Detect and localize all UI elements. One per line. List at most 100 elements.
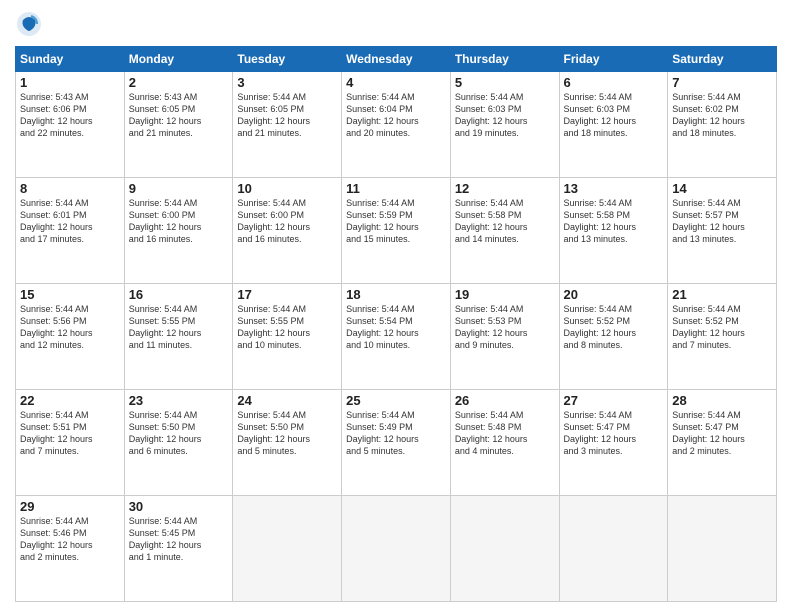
calendar-cell: 9Sunrise: 5:44 AM Sunset: 6:00 PM Daylig…: [124, 178, 233, 284]
day-info: Sunrise: 5:44 AM Sunset: 6:00 PM Dayligh…: [129, 197, 229, 246]
calendar-week-1: 1Sunrise: 5:43 AM Sunset: 6:06 PM Daylig…: [16, 72, 777, 178]
day-info: Sunrise: 5:44 AM Sunset: 5:52 PM Dayligh…: [564, 303, 664, 352]
day-number: 27: [564, 393, 664, 408]
day-number: 8: [20, 181, 120, 196]
calendar-table: SundayMondayTuesdayWednesdayThursdayFrid…: [15, 46, 777, 602]
calendar-cell: 23Sunrise: 5:44 AM Sunset: 5:50 PM Dayli…: [124, 390, 233, 496]
day-number: 29: [20, 499, 120, 514]
day-info: Sunrise: 5:44 AM Sunset: 5:50 PM Dayligh…: [129, 409, 229, 458]
calendar-cell: [342, 496, 451, 602]
day-info: Sunrise: 5:44 AM Sunset: 5:58 PM Dayligh…: [564, 197, 664, 246]
weekday-monday: Monday: [124, 47, 233, 72]
day-number: 3: [237, 75, 337, 90]
calendar-body: 1Sunrise: 5:43 AM Sunset: 6:06 PM Daylig…: [16, 72, 777, 602]
day-info: Sunrise: 5:44 AM Sunset: 6:03 PM Dayligh…: [564, 91, 664, 140]
day-info: Sunrise: 5:43 AM Sunset: 6:05 PM Dayligh…: [129, 91, 229, 140]
calendar-cell: 17Sunrise: 5:44 AM Sunset: 5:55 PM Dayli…: [233, 284, 342, 390]
calendar-cell: 11Sunrise: 5:44 AM Sunset: 5:59 PM Dayli…: [342, 178, 451, 284]
day-number: 1: [20, 75, 120, 90]
day-number: 9: [129, 181, 229, 196]
calendar-cell: 2Sunrise: 5:43 AM Sunset: 6:05 PM Daylig…: [124, 72, 233, 178]
day-number: 17: [237, 287, 337, 302]
calendar-cell: 10Sunrise: 5:44 AM Sunset: 6:00 PM Dayli…: [233, 178, 342, 284]
calendar-cell: 26Sunrise: 5:44 AM Sunset: 5:48 PM Dayli…: [450, 390, 559, 496]
calendar-cell: 22Sunrise: 5:44 AM Sunset: 5:51 PM Dayli…: [16, 390, 125, 496]
calendar-cell: [668, 496, 777, 602]
calendar-cell: 20Sunrise: 5:44 AM Sunset: 5:52 PM Dayli…: [559, 284, 668, 390]
day-info: Sunrise: 5:44 AM Sunset: 5:55 PM Dayligh…: [129, 303, 229, 352]
day-number: 4: [346, 75, 446, 90]
calendar-cell: 7Sunrise: 5:44 AM Sunset: 6:02 PM Daylig…: [668, 72, 777, 178]
calendar-cell: 28Sunrise: 5:44 AM Sunset: 5:47 PM Dayli…: [668, 390, 777, 496]
day-number: 12: [455, 181, 555, 196]
calendar-cell: 8Sunrise: 5:44 AM Sunset: 6:01 PM Daylig…: [16, 178, 125, 284]
day-info: Sunrise: 5:44 AM Sunset: 6:03 PM Dayligh…: [455, 91, 555, 140]
day-number: 26: [455, 393, 555, 408]
calendar-cell: 15Sunrise: 5:44 AM Sunset: 5:56 PM Dayli…: [16, 284, 125, 390]
day-info: Sunrise: 5:44 AM Sunset: 5:57 PM Dayligh…: [672, 197, 772, 246]
day-number: 7: [672, 75, 772, 90]
day-number: 21: [672, 287, 772, 302]
day-info: Sunrise: 5:44 AM Sunset: 5:56 PM Dayligh…: [20, 303, 120, 352]
day-number: 10: [237, 181, 337, 196]
day-number: 16: [129, 287, 229, 302]
day-info: Sunrise: 5:44 AM Sunset: 5:45 PM Dayligh…: [129, 515, 229, 564]
day-info: Sunrise: 5:44 AM Sunset: 5:52 PM Dayligh…: [672, 303, 772, 352]
day-number: 24: [237, 393, 337, 408]
day-info: Sunrise: 5:44 AM Sunset: 6:04 PM Dayligh…: [346, 91, 446, 140]
calendar-week-2: 8Sunrise: 5:44 AM Sunset: 6:01 PM Daylig…: [16, 178, 777, 284]
day-info: Sunrise: 5:44 AM Sunset: 5:51 PM Dayligh…: [20, 409, 120, 458]
calendar-cell: [450, 496, 559, 602]
header: [15, 10, 777, 38]
day-number: 28: [672, 393, 772, 408]
day-number: 15: [20, 287, 120, 302]
weekday-header-row: SundayMondayTuesdayWednesdayThursdayFrid…: [16, 47, 777, 72]
calendar-cell: 29Sunrise: 5:44 AM Sunset: 5:46 PM Dayli…: [16, 496, 125, 602]
calendar-page: SundayMondayTuesdayWednesdayThursdayFrid…: [0, 0, 792, 612]
calendar-cell: [233, 496, 342, 602]
day-info: Sunrise: 5:44 AM Sunset: 5:50 PM Dayligh…: [237, 409, 337, 458]
calendar-cell: [559, 496, 668, 602]
calendar-cell: 18Sunrise: 5:44 AM Sunset: 5:54 PM Dayli…: [342, 284, 451, 390]
calendar-header: SundayMondayTuesdayWednesdayThursdayFrid…: [16, 47, 777, 72]
day-number: 23: [129, 393, 229, 408]
calendar-cell: 19Sunrise: 5:44 AM Sunset: 5:53 PM Dayli…: [450, 284, 559, 390]
day-number: 11: [346, 181, 446, 196]
weekday-friday: Friday: [559, 47, 668, 72]
day-number: 30: [129, 499, 229, 514]
calendar-cell: 5Sunrise: 5:44 AM Sunset: 6:03 PM Daylig…: [450, 72, 559, 178]
day-info: Sunrise: 5:44 AM Sunset: 5:58 PM Dayligh…: [455, 197, 555, 246]
day-number: 2: [129, 75, 229, 90]
calendar-cell: 1Sunrise: 5:43 AM Sunset: 6:06 PM Daylig…: [16, 72, 125, 178]
day-number: 5: [455, 75, 555, 90]
day-info: Sunrise: 5:44 AM Sunset: 5:47 PM Dayligh…: [564, 409, 664, 458]
calendar-cell: 21Sunrise: 5:44 AM Sunset: 5:52 PM Dayli…: [668, 284, 777, 390]
day-number: 20: [564, 287, 664, 302]
calendar-cell: 24Sunrise: 5:44 AM Sunset: 5:50 PM Dayli…: [233, 390, 342, 496]
calendar-cell: 4Sunrise: 5:44 AM Sunset: 6:04 PM Daylig…: [342, 72, 451, 178]
day-number: 19: [455, 287, 555, 302]
day-info: Sunrise: 5:44 AM Sunset: 6:01 PM Dayligh…: [20, 197, 120, 246]
calendar-cell: 14Sunrise: 5:44 AM Sunset: 5:57 PM Dayli…: [668, 178, 777, 284]
day-info: Sunrise: 5:44 AM Sunset: 5:54 PM Dayligh…: [346, 303, 446, 352]
day-number: 14: [672, 181, 772, 196]
day-number: 22: [20, 393, 120, 408]
weekday-wednesday: Wednesday: [342, 47, 451, 72]
calendar-cell: 27Sunrise: 5:44 AM Sunset: 5:47 PM Dayli…: [559, 390, 668, 496]
day-number: 13: [564, 181, 664, 196]
day-info: Sunrise: 5:44 AM Sunset: 6:02 PM Dayligh…: [672, 91, 772, 140]
day-info: Sunrise: 5:44 AM Sunset: 6:00 PM Dayligh…: [237, 197, 337, 246]
logo-icon: [15, 10, 43, 38]
day-info: Sunrise: 5:44 AM Sunset: 5:47 PM Dayligh…: [672, 409, 772, 458]
day-info: Sunrise: 5:44 AM Sunset: 5:59 PM Dayligh…: [346, 197, 446, 246]
day-info: Sunrise: 5:44 AM Sunset: 6:05 PM Dayligh…: [237, 91, 337, 140]
day-info: Sunrise: 5:44 AM Sunset: 5:55 PM Dayligh…: [237, 303, 337, 352]
calendar-cell: 16Sunrise: 5:44 AM Sunset: 5:55 PM Dayli…: [124, 284, 233, 390]
weekday-sunday: Sunday: [16, 47, 125, 72]
weekday-tuesday: Tuesday: [233, 47, 342, 72]
day-number: 18: [346, 287, 446, 302]
calendar-cell: 3Sunrise: 5:44 AM Sunset: 6:05 PM Daylig…: [233, 72, 342, 178]
day-info: Sunrise: 5:43 AM Sunset: 6:06 PM Dayligh…: [20, 91, 120, 140]
day-info: Sunrise: 5:44 AM Sunset: 5:46 PM Dayligh…: [20, 515, 120, 564]
calendar-cell: 6Sunrise: 5:44 AM Sunset: 6:03 PM Daylig…: [559, 72, 668, 178]
